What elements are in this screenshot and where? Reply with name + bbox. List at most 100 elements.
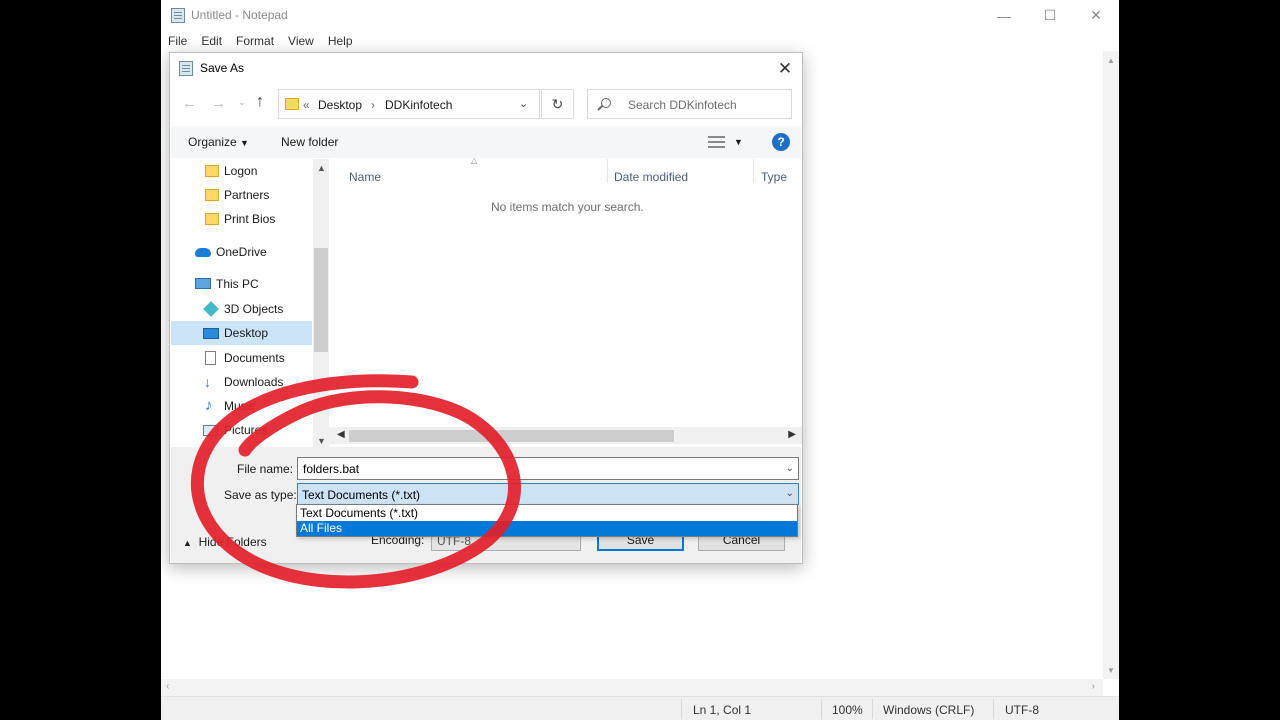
- save-as-type-select[interactable]: Text Documents (*.txt) ⌄: [297, 483, 799, 505]
- chevron-down-icon[interactable]: ⌄: [786, 488, 794, 499]
- downloads-icon: ↓: [204, 374, 211, 390]
- file-name-input[interactable]: folders.bat ⌄: [297, 457, 799, 480]
- scrollbar-thumb[interactable]: [349, 430, 674, 442]
- notepad-title-bar[interactable]: Untitled - Notepad — ☐ ✕: [161, 0, 1119, 31]
- nav-item-documents[interactable]: Documents: [171, 346, 312, 370]
- scroll-up-icon[interactable]: ▲: [317, 163, 326, 173]
- column-divider[interactable]: [753, 159, 754, 183]
- nav-item-3d-objects[interactable]: 3D Objects: [171, 297, 312, 321]
- chevron-down-icon[interactable]: ⌄: [786, 463, 794, 474]
- scroll-down-icon[interactable]: ▼: [317, 436, 326, 446]
- file-name-label: File name:: [237, 462, 294, 476]
- recent-locations-chevron-icon[interactable]: ⌄: [238, 97, 246, 108]
- desktop-icon: [203, 328, 219, 339]
- nav-item-label: Music: [224, 399, 256, 413]
- nav-pane-scrollbar[interactable]: ▲ ▼: [313, 159, 329, 447]
- folder-icon: [285, 98, 299, 110]
- chevron-down-icon: ▼: [240, 138, 249, 148]
- up-arrow-icon[interactable]: ↑: [256, 93, 264, 111]
- menu-help[interactable]: Help: [321, 31, 360, 51]
- nav-item-music[interactable]: ♪ Music: [171, 394, 312, 418]
- scrollbar-thumb[interactable]: [314, 248, 328, 352]
- nav-item-downloads[interactable]: ↓ Downloads: [171, 370, 312, 394]
- dropdown-option-text-documents[interactable]: Text Documents (*.txt): [297, 506, 797, 521]
- hide-folders-label: Hide Folders: [198, 535, 267, 549]
- notepad-horizontal-scrollbar[interactable]: ‹ ›: [161, 679, 1103, 696]
- command-bar: Organize ▼ New folder ▼ ?: [171, 126, 801, 158]
- nav-item-partners[interactable]: Partners: [171, 183, 312, 207]
- minimize-button[interactable]: —: [981, 0, 1027, 31]
- organize-button[interactable]: Organize ▼: [188, 135, 249, 149]
- nav-item-pictures[interactable]: Pictures: [171, 418, 312, 442]
- hide-folders-button[interactable]: ▲ Hide Folders: [183, 535, 267, 549]
- empty-list-message: No items match your search.: [491, 200, 644, 214]
- refresh-button[interactable]: ↻: [541, 89, 574, 119]
- nav-item-print-bios[interactable]: Print Bios: [171, 207, 312, 231]
- nav-item-logon[interactable]: Logon: [171, 159, 312, 183]
- organize-label: Organize: [188, 135, 237, 149]
- view-chevron-icon[interactable]: ▼: [734, 137, 743, 147]
- nav-item-label: Documents: [224, 351, 285, 365]
- search-box[interactable]: Search DDKinfotech: [587, 89, 792, 119]
- sort-ascending-icon: △: [471, 156, 478, 165]
- notepad-vertical-scrollbar[interactable]: ▲ ▼: [1103, 51, 1119, 679]
- save-as-type-value: Text Documents (*.txt): [302, 488, 421, 502]
- menu-edit[interactable]: Edit: [194, 31, 229, 51]
- search-icon: [601, 98, 611, 108]
- new-folder-button[interactable]: New folder: [281, 135, 338, 149]
- maximize-button[interactable]: ☐: [1027, 0, 1073, 31]
- scroll-left-icon[interactable]: ‹: [166, 681, 169, 692]
- nav-item-label: This PC: [216, 277, 259, 291]
- menu-file[interactable]: File: [161, 31, 194, 51]
- status-divider: [821, 699, 822, 719]
- status-divider: [872, 699, 873, 719]
- search-placeholder: Search DDKinfotech: [628, 98, 737, 112]
- documents-icon: [205, 351, 216, 365]
- scroll-down-icon[interactable]: ▼: [1107, 666, 1115, 675]
- address-bar[interactable]: « Desktop › DDKinfotech ⌄: [278, 89, 540, 119]
- back-arrow-icon[interactable]: ←: [182, 95, 197, 112]
- notepad-title: Untitled - Notepad: [191, 8, 288, 22]
- 3d-objects-icon: [203, 301, 219, 317]
- scroll-left-icon[interactable]: ◀: [337, 429, 345, 440]
- notepad-icon: [179, 61, 193, 76]
- view-options-icon[interactable]: [708, 136, 725, 148]
- status-position: Ln 1, Col 1: [693, 703, 752, 717]
- folder-icon: [205, 213, 219, 225]
- column-header-date-modified[interactable]: Date modified: [614, 170, 688, 184]
- menu-format[interactable]: Format: [229, 31, 281, 51]
- breadcrumb-ddkinfotech[interactable]: DDKinfotech: [385, 98, 452, 112]
- breadcrumb-overflow-icon[interactable]: «: [303, 98, 310, 112]
- file-list-horizontal-scrollbar[interactable]: ◀ ▶: [329, 427, 802, 444]
- save-as-type-dropdown-list: Text Documents (*.txt) All Files: [296, 504, 798, 537]
- nav-item-label: OneDrive: [216, 245, 267, 259]
- status-divider: [681, 699, 682, 719]
- file-list[interactable]: △ Name Date modified Type No items match…: [329, 156, 802, 427]
- save-as-type-label: Save as type:: [224, 488, 297, 502]
- dialog-close-button[interactable]: ✕: [768, 55, 802, 83]
- column-divider[interactable]: [607, 159, 608, 183]
- folder-icon: [205, 165, 219, 177]
- navigation-pane: Logon Partners Print Bios OneDrive This …: [171, 159, 313, 447]
- nav-item-this-pc[interactable]: This PC: [171, 272, 312, 296]
- help-icon[interactable]: ?: [772, 133, 790, 151]
- dialog-title: Save As: [200, 61, 245, 75]
- folder-icon: [205, 189, 219, 201]
- scroll-up-icon[interactable]: ▲: [1107, 56, 1115, 65]
- nav-item-onedrive[interactable]: OneDrive: [171, 240, 312, 264]
- menu-view[interactable]: View: [281, 31, 321, 51]
- breadcrumb-desktop[interactable]: Desktop: [318, 98, 362, 112]
- status-zoom: 100%: [832, 703, 863, 717]
- scroll-right-icon[interactable]: ›: [1092, 681, 1095, 692]
- onedrive-icon: [195, 248, 211, 257]
- forward-arrow-icon[interactable]: →: [211, 95, 226, 112]
- nav-item-desktop[interactable]: Desktop: [171, 321, 312, 345]
- close-button[interactable]: ✕: [1073, 0, 1119, 31]
- column-header-name[interactable]: Name: [349, 170, 381, 184]
- scroll-right-icon[interactable]: ▶: [788, 429, 796, 440]
- column-header-type[interactable]: Type: [761, 170, 787, 184]
- status-encoding: UTF-8: [1005, 703, 1039, 717]
- chevron-down-icon[interactable]: ⌄: [519, 97, 528, 110]
- notepad-status-bar: Ln 1, Col 1 100% Windows (CRLF) UTF-8: [161, 696, 1119, 720]
- dropdown-option-all-files[interactable]: All Files: [297, 521, 797, 536]
